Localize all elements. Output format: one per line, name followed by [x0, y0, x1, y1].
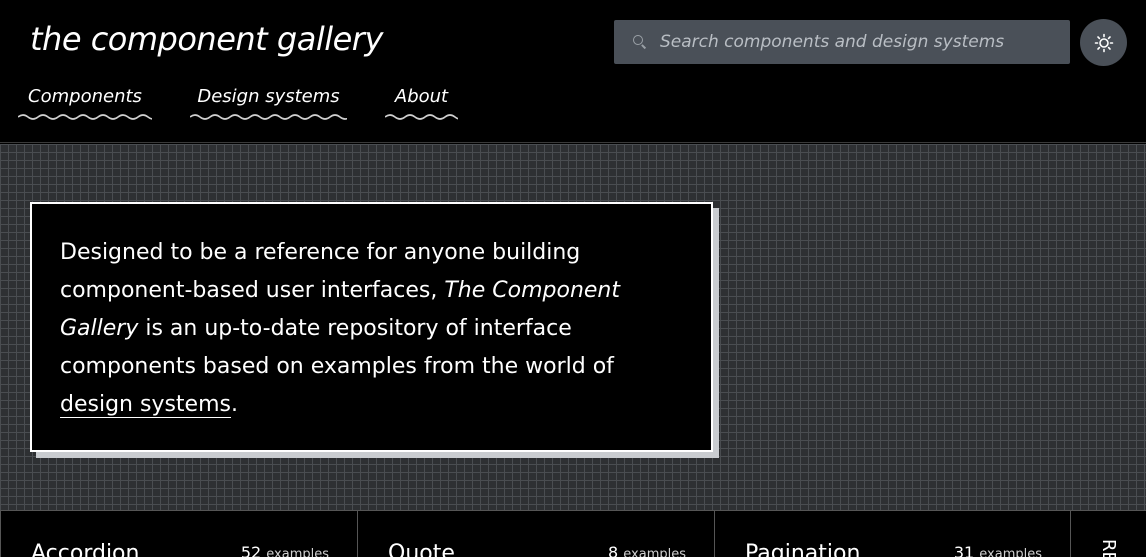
- card-count-value: 8: [607, 543, 619, 557]
- intro-text: is an up-to-date repository of interface…: [60, 316, 614, 379]
- card-count-unit: examples: [266, 547, 329, 557]
- component-cards: Accordion 52 examples Quote 8 examples P…: [0, 510, 1146, 557]
- nav-item-design-systems[interactable]: Design systems: [190, 86, 347, 121]
- card-quote[interactable]: Quote 8 examples: [357, 511, 714, 557]
- card-count-value: 31: [953, 543, 975, 557]
- card-partial[interactable]: RE: [1070, 511, 1146, 557]
- nav-item-label: Components: [28, 86, 142, 107]
- search-input[interactable]: [660, 32, 1070, 52]
- card-title: Accordion: [31, 541, 140, 557]
- search-icon: [633, 35, 647, 49]
- wavy-underline: [385, 114, 458, 120]
- search-bar[interactable]: [614, 20, 1070, 64]
- card-accordion[interactable]: Accordion 52 examples: [0, 511, 357, 557]
- card-title: Quote: [388, 541, 455, 557]
- nav-item-label: Design systems: [197, 86, 340, 107]
- nav-item-about[interactable]: About: [385, 86, 458, 121]
- card-count: 8 examples: [608, 543, 686, 557]
- nav-item-components[interactable]: Components: [18, 86, 152, 121]
- card-count: 31 examples: [954, 543, 1042, 557]
- card-count-unit: examples: [623, 547, 686, 557]
- card-title: Pagination: [745, 541, 861, 557]
- wavy-underline: [18, 114, 152, 120]
- intro-card: Designed to be a reference for anyone bu…: [30, 202, 713, 452]
- card-title-vertical: RE: [1098, 539, 1119, 557]
- site-logo[interactable]: the component gallery: [30, 20, 383, 58]
- design-systems-link[interactable]: design systems: [60, 392, 231, 418]
- theme-toggle-button[interactable]: [1080, 19, 1127, 66]
- wavy-underline: [190, 114, 347, 120]
- card-count-unit: examples: [979, 547, 1042, 557]
- site-header: the component gallery Components: [0, 0, 1146, 143]
- sun-icon: [1094, 33, 1113, 52]
- card-pagination[interactable]: Pagination 31 examples: [714, 511, 1070, 557]
- nav-item-label: About: [394, 86, 449, 107]
- card-count-value: 52: [240, 543, 262, 557]
- intro-text: .: [230, 392, 238, 417]
- card-count: 52 examples: [241, 543, 329, 557]
